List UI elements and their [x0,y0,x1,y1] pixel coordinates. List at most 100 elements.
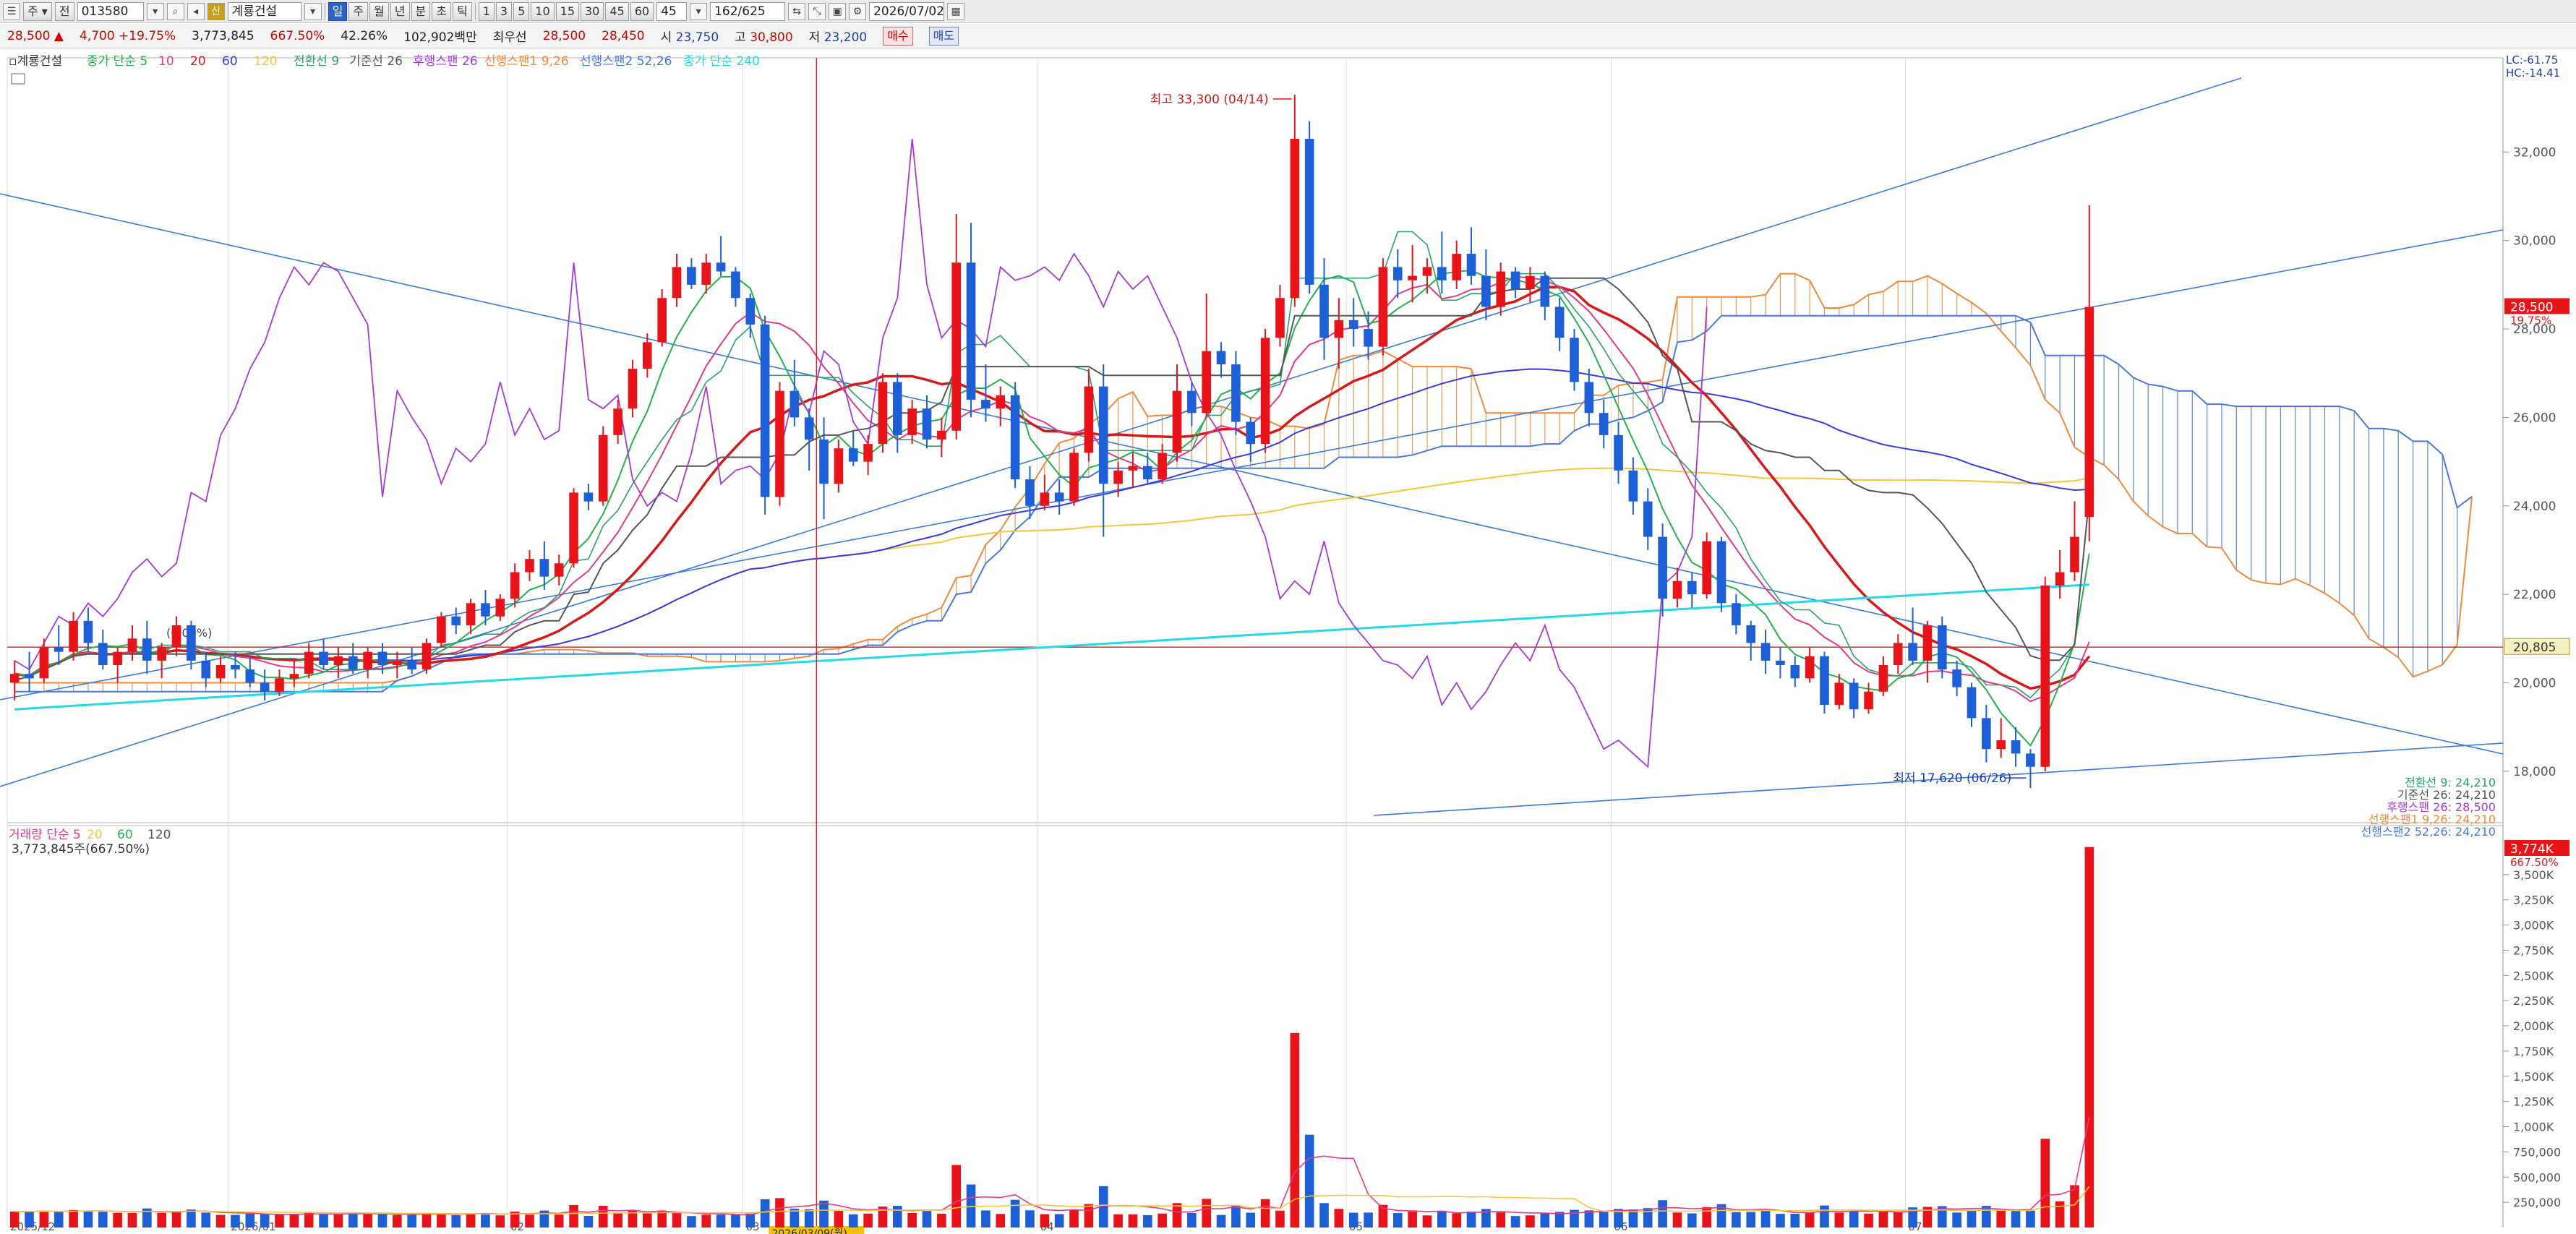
range-input[interactable]: 162/625 [710,1,786,21]
interval-button[interactable]: 30 [581,1,604,21]
volume-bar [407,1214,416,1227]
volume-bar [1334,1209,1344,1227]
period-button[interactable]: 주 [348,1,369,21]
candle-body [1452,254,1461,280]
interval-button[interactable]: 10 [531,1,555,21]
candle-body [1760,643,1771,661]
candle-body [304,651,314,674]
search-icon[interactable]: ⌕ [166,2,184,20]
gear-icon[interactable]: ⚙ [849,2,867,20]
last-pct-label: 19.75% [2510,314,2551,327]
candle-body [1849,682,1859,710]
period-button[interactable]: 일 [328,1,348,21]
candle-body [701,262,711,285]
candle-body [628,369,638,409]
dropdown-icon[interactable]: ▾ [146,2,164,20]
interval-button[interactable]: 3 [495,1,513,21]
volume-bar [1466,1211,1476,1227]
candle-body [1820,656,1829,706]
vol-y-tick-label: 3,500K [2513,868,2554,882]
volume-bar [1364,1212,1373,1227]
dropdown-icon[interactable]: ▾ [690,2,708,20]
candle-body [1805,656,1815,679]
stock-chart[interactable]: 18,00020,00022,00024,00026,00028,00030,0… [0,49,2576,1234]
volume-bar [1510,1216,1520,1227]
candle-body [1732,603,1741,625]
volume-bar [657,1211,667,1227]
interval-button[interactable]: 45 [605,1,629,21]
candle-body [1364,329,1373,347]
period-button[interactable]: 틱 [452,1,472,21]
candle-body [687,267,696,285]
volume-bar [1776,1214,1785,1227]
date-input[interactable]: 2026/07/02 [869,1,945,21]
price-value: 28,500 [7,28,51,43]
candle-body [451,616,461,625]
calendar-icon[interactable]: ▦ [947,2,965,20]
period-button[interactable]: 월 [369,1,389,21]
candle-body [907,408,917,435]
candle-body [2070,536,2079,573]
interval-button[interactable]: 15 [555,1,579,21]
candle-body [1408,275,1417,280]
market-select[interactable]: 전 [54,1,74,21]
candle-body [1834,682,1844,706]
zoom-icon[interactable]: ⤡ [808,2,826,20]
change-percent: +19.75% [119,28,176,43]
volume-bar [1584,1210,1594,1227]
legend-item: 종가 단순 240 [683,54,760,69]
stock-code-input[interactable]: 013580 [77,1,144,21]
volume: 3,773,845 [192,28,254,43]
vol-legend-item: 20 [87,828,103,842]
volume-bar [1952,1212,1961,1227]
buy-button[interactable]: 매수 [883,26,913,46]
mode-select[interactable]: 주 ▾ [23,1,52,21]
interval-button[interactable]: 5 [513,1,530,21]
volume-bar [1054,1214,1064,1227]
vol-y-tick-label: 2,750K [2513,943,2554,957]
interval-button[interactable]: 60 [630,1,654,21]
vol-legend-item: 거래량 단순 5 [9,828,81,842]
period-button[interactable]: 분 [411,1,431,21]
y-tick-label: 20,000 [2513,676,2556,690]
prev-icon[interactable]: ◂ [187,2,205,20]
candle-body [1216,351,1226,364]
candle-body [1172,390,1182,453]
volume-bar [1408,1211,1417,1227]
candle-body [466,603,476,625]
period-button[interactable]: 초 [432,1,451,21]
volume-bar [1496,1212,1506,1227]
volume-bar [863,1213,873,1227]
volume-bar [1010,1199,1020,1227]
menu-icon[interactable]: ☰ [3,2,20,20]
candle-body [657,298,667,343]
interval-button[interactable]: 1 [478,1,495,21]
volume-bar [922,1211,932,1227]
volume-bar [1526,1215,1535,1227]
candle-body [1716,541,1726,604]
candle-body [1570,338,1579,382]
candle-body [289,674,299,679]
dropdown-icon[interactable]: ▾ [304,2,322,20]
volume-bar [157,1212,167,1227]
volume-bar [1172,1203,1182,1227]
chart-type-icon[interactable]: ⇆ [788,2,806,20]
high-label: 고 [735,30,746,45]
vol-y-tick-label: 3,000K [2513,919,2554,933]
save-icon[interactable]: ▣ [829,2,847,20]
period-button[interactable]: 년 [390,1,410,21]
volume-bar [1702,1207,1711,1227]
candle-body [422,643,432,670]
volume-bar [466,1213,476,1227]
lc-label: LC:-61.75 [2506,53,2558,67]
vol-y-tick-label: 2,250K [2513,994,2554,1008]
candle-body [1010,395,1020,480]
volume-bar [1658,1200,1667,1227]
volume-bar [1348,1212,1358,1227]
volume-bar [583,1215,594,1227]
candle-body [1584,382,1594,414]
sell-button[interactable]: 매도 [928,26,959,46]
candle-body [1510,271,1520,289]
candle-body [981,399,990,409]
interval-count[interactable]: 45 [656,1,688,21]
